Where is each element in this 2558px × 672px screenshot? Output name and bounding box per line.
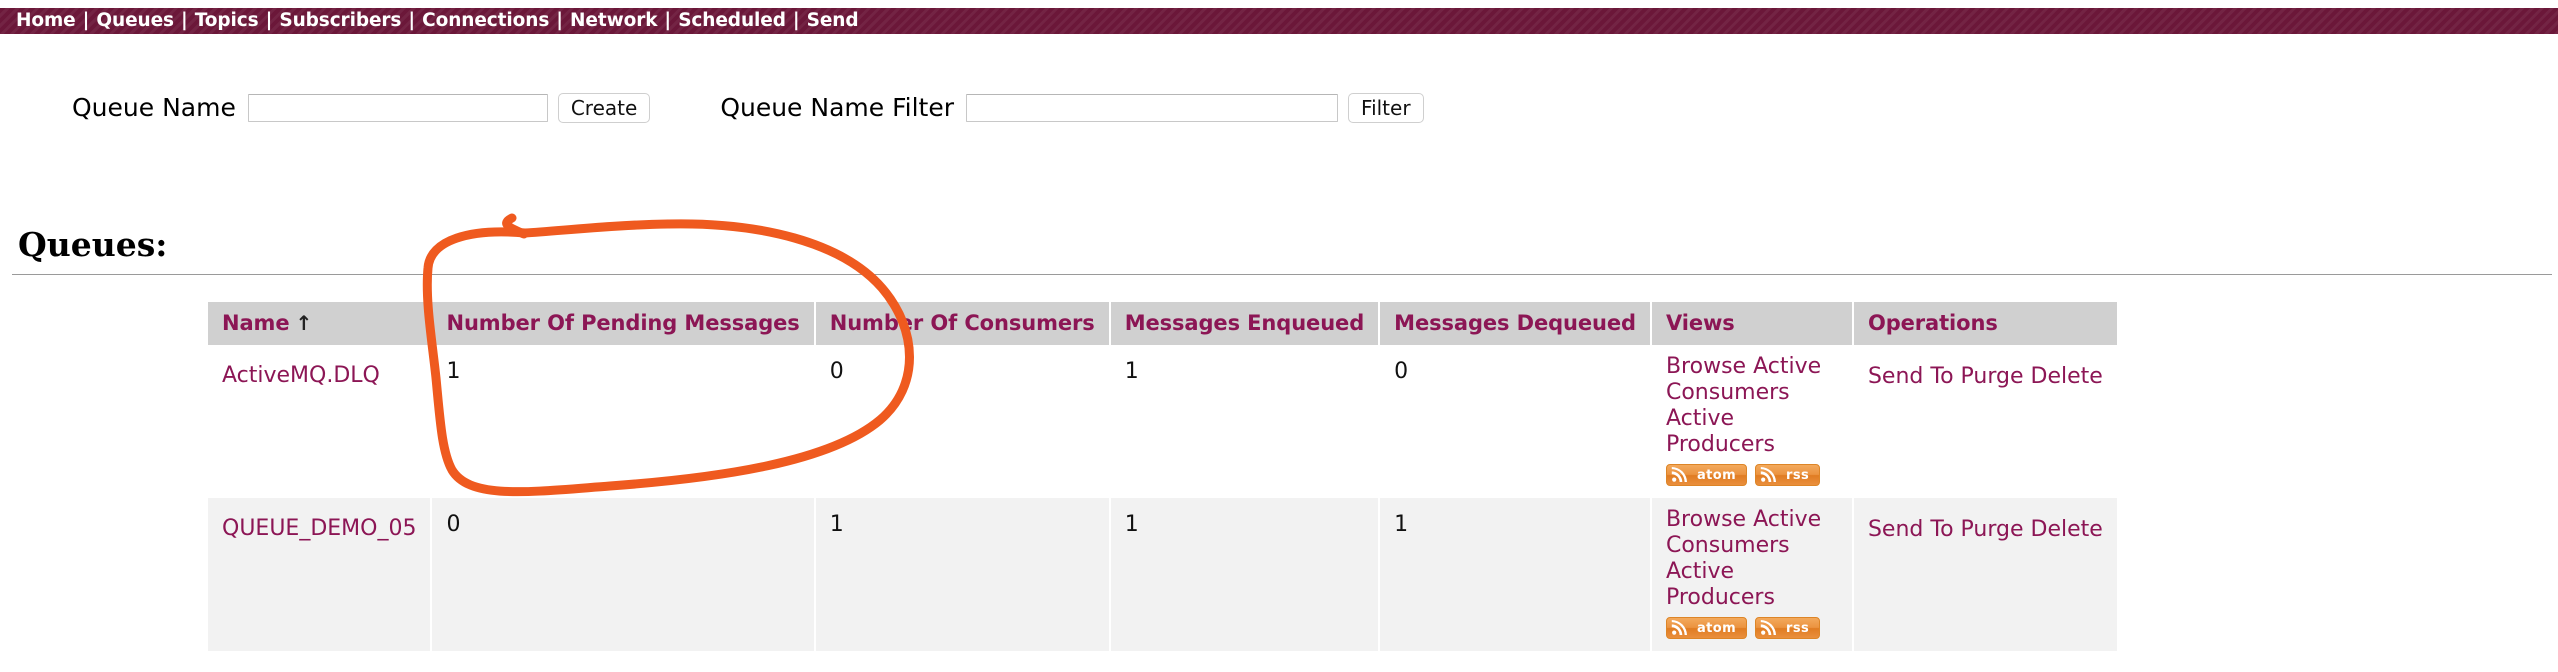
column-header-messages-dequeued[interactable]: Messages Dequeued	[1380, 302, 1650, 345]
nav-separator: |	[664, 10, 672, 31]
table-row: QUEUE_DEMO_05 0 1 1 1 Browse Active Cons…	[208, 498, 2117, 651]
heading-divider	[12, 274, 2552, 275]
atom-feed-label: atom	[1696, 467, 1737, 483]
consumers-cell: 0	[815, 345, 1109, 498]
messages-enqueued-cell: 1	[1110, 345, 1379, 498]
purge-link[interactable]: Purge	[1961, 364, 2024, 389]
messages-dequeued-cell: 0	[1380, 345, 1650, 498]
sort-ascending-icon: ↑	[295, 311, 313, 335]
queue-name-label: Queue Name	[72, 93, 236, 122]
atom-feed-label: atom	[1696, 620, 1737, 636]
nav-item-home[interactable]: Home	[16, 8, 76, 34]
nav-item-topics[interactable]: Topics	[195, 8, 259, 34]
delete-link[interactable]: Delete	[2031, 517, 2103, 542]
rss-feed-label: rss	[1786, 620, 1810, 636]
rss-icon	[1760, 467, 1777, 482]
nav-links: Home | Queues | Topics | Subscribers | C…	[16, 8, 859, 34]
active-producers-link[interactable]: Active Producers	[1666, 406, 1775, 457]
table-header-row: Name ↑ Number Of Pending Messages Number …	[208, 302, 2117, 345]
feed-badges: atom rss	[1665, 464, 1838, 486]
queue-name-link[interactable]: QUEUE_DEMO_05	[222, 516, 416, 541]
queue-name-input[interactable]	[247, 94, 548, 122]
rss-icon	[1760, 620, 1777, 635]
column-header-pending-messages[interactable]: Number Of Pending Messages	[432, 302, 814, 345]
nav-item-connections[interactable]: Connections	[422, 8, 549, 34]
table-header: Name ↑ Number Of Pending Messages Number …	[208, 302, 2117, 345]
nav-item-scheduled[interactable]: Scheduled	[678, 8, 786, 34]
create-queue-button[interactable]: Create	[557, 93, 651, 123]
column-header-messages-enqueued[interactable]: Messages Enqueued	[1110, 302, 1379, 345]
rss-icon	[1671, 467, 1687, 482]
column-header-views: Views	[1651, 302, 1852, 345]
main-navigation-bar: Home | Queues | Topics | Subscribers | C…	[0, 8, 2558, 34]
queue-controls-row: Queue Name Create Queue Name Filter Filt…	[0, 88, 2558, 128]
rss-feed-badge[interactable]: rss	[1755, 464, 1821, 486]
pending-messages-cell: 1	[432, 345, 814, 498]
active-producers-link[interactable]: Active Producers	[1666, 559, 1775, 610]
views-cell: Browse Active Consumers Active Producers…	[1651, 345, 1852, 498]
browse-link[interactable]: Browse	[1666, 507, 1746, 532]
column-header-name-label: Name	[222, 311, 290, 335]
messages-dequeued-cell: 1	[1380, 498, 1650, 651]
browse-link[interactable]: Browse	[1666, 354, 1746, 379]
operations-links: Send To Purge Delete	[1868, 507, 2103, 543]
consumers-cell: 1	[815, 498, 1109, 651]
column-header-name[interactable]: Name ↑	[208, 302, 431, 345]
column-header-operations: Operations	[1853, 302, 2117, 345]
queue-name-cell: QUEUE_DEMO_05	[208, 498, 431, 651]
operations-cell: Send To Purge Delete	[1853, 345, 2117, 498]
queue-name-filter-input[interactable]	[966, 94, 1339, 122]
queue-name-cell: ActiveMQ.DLQ	[208, 345, 431, 498]
send-to-link[interactable]: Send To	[1868, 364, 1954, 389]
pending-messages-cell: 0	[432, 498, 814, 651]
nav-separator: |	[265, 10, 273, 31]
queues-table: Name ↑ Number Of Pending Messages Number …	[206, 302, 2119, 651]
nav-separator: |	[792, 10, 800, 31]
delete-link[interactable]: Delete	[2031, 364, 2103, 389]
nav-item-send[interactable]: Send	[807, 8, 859, 34]
rss-icon	[1671, 620, 1687, 635]
atom-feed-badge[interactable]: atom	[1665, 464, 1748, 486]
column-header-consumers[interactable]: Number Of Consumers	[815, 302, 1109, 345]
nav-separator: |	[556, 10, 564, 31]
nav-item-queues[interactable]: Queues	[96, 8, 174, 34]
views-cell: Browse Active Consumers Active Producers…	[1651, 498, 1852, 651]
views-links: Browse Active Consumers Active Producers	[1666, 354, 1838, 458]
queue-name-filter-label: Queue Name Filter	[720, 93, 955, 122]
rss-feed-badge[interactable]: rss	[1755, 617, 1821, 639]
operations-links: Send To Purge Delete	[1868, 354, 2103, 390]
annotation-stroke-tail	[502, 213, 529, 239]
nav-separator: |	[408, 10, 416, 31]
rss-feed-label: rss	[1786, 467, 1810, 483]
feed-badges: atom rss	[1665, 617, 1838, 639]
nav-item-network[interactable]: Network	[570, 8, 658, 34]
send-to-link[interactable]: Send To	[1868, 517, 1954, 542]
queue-name-link[interactable]: ActiveMQ.DLQ	[222, 363, 380, 388]
nav-separator: |	[180, 10, 188, 31]
table-row: ActiveMQ.DLQ 1 0 1 0 Browse Active Consu…	[208, 345, 2117, 498]
filter-button[interactable]: Filter	[1348, 93, 1424, 123]
purge-link[interactable]: Purge	[1961, 517, 2024, 542]
operations-cell: Send To Purge Delete	[1853, 498, 2117, 651]
nav-item-subscribers[interactable]: Subscribers	[279, 8, 401, 34]
messages-enqueued-cell: 1	[1110, 498, 1379, 651]
nav-separator: |	[82, 10, 90, 31]
table-body: ActiveMQ.DLQ 1 0 1 0 Browse Active Consu…	[208, 345, 2117, 651]
atom-feed-badge[interactable]: atom	[1665, 617, 1748, 639]
views-links: Browse Active Consumers Active Producers	[1666, 507, 1838, 611]
page-title: Queues:	[18, 225, 168, 264]
